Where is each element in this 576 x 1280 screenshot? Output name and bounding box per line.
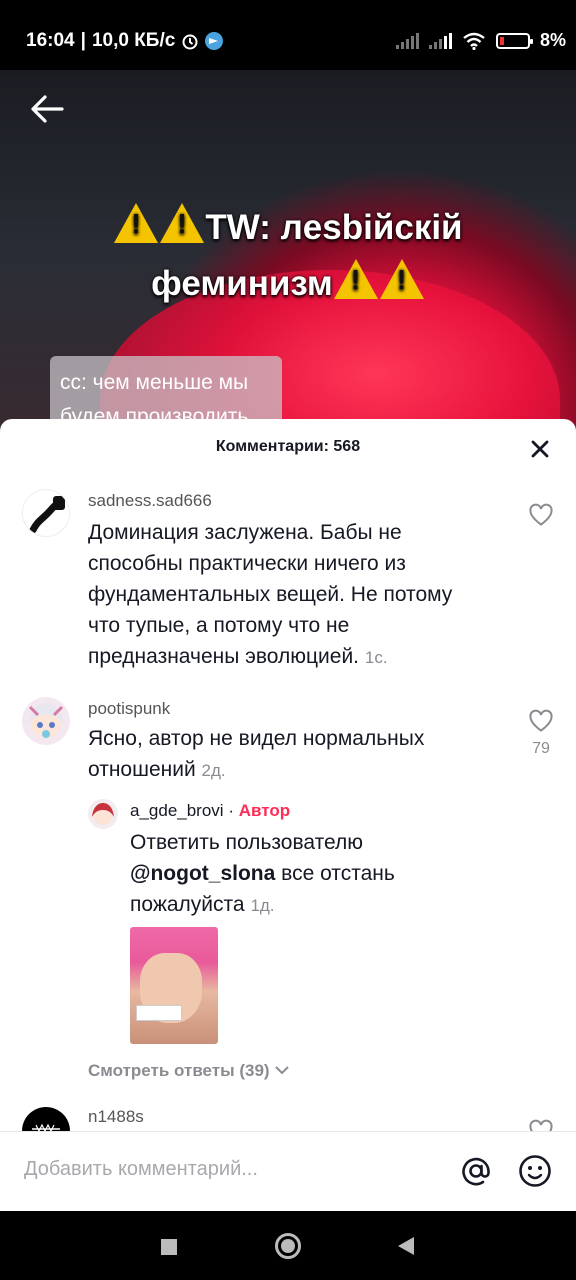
- battery-percent: 8%: [539, 30, 566, 50]
- reply-mention[interactable]: @nogot_slona: [130, 862, 275, 885]
- warning-icon: [160, 203, 205, 243]
- reply-item: a_gde_brovi · Автор Ответить пользовател…: [0, 797, 576, 1047]
- video-title-line1: TW: лesbiйскiй: [0, 200, 576, 256]
- reply-username[interactable]: a_gde_brovi: [130, 801, 224, 820]
- status-left: 16:04 | 10,0 КБ/с: [26, 30, 224, 52]
- status-right: 8%: [395, 30, 566, 51]
- avatar-image: [28, 703, 64, 738]
- reply-time: 1д.: [250, 896, 275, 915]
- status-divider: |: [80, 30, 86, 51]
- system-nav-bar: [0, 1211, 576, 1280]
- video-title-text-1: TW: лesbiйскiй: [205, 208, 463, 247]
- warning-icon: [114, 203, 159, 243]
- comment-username[interactable]: pootispunk: [88, 699, 170, 719]
- sheet-header: Комментарии: 568: [0, 419, 576, 475]
- reply-text: Ответить пользователю @nogot_slona все о…: [130, 827, 430, 921]
- recents-button[interactable]: [161, 1239, 177, 1255]
- thumbnail-caption: [136, 1005, 182, 1021]
- close-icon[interactable]: [528, 437, 552, 461]
- warning-icon: [379, 259, 424, 299]
- comment-item: pootispunk Ясно, автор не видел нормальн…: [0, 697, 576, 807]
- avatar[interactable]: [22, 697, 70, 745]
- comment-text: Ясно, автор не видел нормальных отношени…: [88, 723, 488, 786]
- like-button[interactable]: [528, 503, 554, 532]
- avatar[interactable]: [22, 489, 70, 537]
- avatar-image: [32, 1123, 60, 1131]
- video-title-line2: феминизм: [0, 256, 576, 312]
- status-bar: 16:04 | 10,0 КБ/с 8%: [0, 0, 576, 70]
- like-button[interactable]: 79: [526, 709, 556, 758]
- alarm-icon: [182, 34, 198, 50]
- chevron-down-icon: [275, 1066, 290, 1075]
- reply-header: a_gde_brovi · Автор: [130, 801, 290, 821]
- avatar-image: [29, 496, 65, 534]
- like-count: 79: [532, 740, 550, 757]
- comment-username[interactable]: n1488s: [88, 1107, 144, 1127]
- like-button[interactable]: [528, 1119, 554, 1131]
- telegram-icon: [205, 32, 224, 50]
- signal-icon: [395, 32, 419, 49]
- heart-icon: [529, 503, 553, 526]
- wifi-icon: [463, 32, 485, 50]
- comment-time: 1с.: [364, 648, 388, 667]
- video-title-text-2: феминизм: [151, 264, 333, 303]
- comments-list[interactable]: sadness.sad666 Доминация заслужена. Бабы…: [0, 475, 576, 1131]
- back-button[interactable]: [398, 1237, 414, 1255]
- mention-icon[interactable]: [459, 1154, 493, 1188]
- author-badge: Автор: [238, 801, 291, 820]
- home-button[interactable]: [275, 1233, 301, 1259]
- back-arrow-icon[interactable]: [30, 94, 64, 124]
- comment-username[interactable]: sadness.sad666: [88, 491, 212, 511]
- video-background[interactable]: TW: лesbiйскiй феминизм сс: чем меньше м…: [0, 70, 576, 450]
- reply-prefix: Ответить пользователю: [130, 831, 363, 854]
- signal-icon-2: [428, 32, 452, 49]
- comments-count-title: Комментарии: 568: [215, 438, 361, 455]
- battery-icon: [495, 32, 533, 49]
- comments-sheet: Комментарии: 568 sadness.sad666 Доминаци…: [0, 419, 576, 1211]
- comment-input-bar: Добавить комментарий...: [0, 1131, 576, 1211]
- comment-text: Доминация заслужена. Бабы не способны пр…: [88, 517, 488, 673]
- avatar[interactable]: [22, 1107, 70, 1131]
- network-speed: 10,0 КБ/с: [91, 30, 176, 51]
- emoji-icon[interactable]: [518, 1154, 552, 1188]
- comment-time: 2д.: [201, 761, 226, 780]
- heart-icon: [529, 1119, 553, 1131]
- heart-icon: [529, 709, 553, 732]
- comment-item: n1488s: [0, 1105, 576, 1131]
- warning-icon: [333, 259, 378, 299]
- reply-video-thumbnail[interactable]: [130, 927, 218, 1044]
- status-time: 16:04: [26, 30, 75, 51]
- comment-body: Доминация заслужена. Бабы не способны пр…: [88, 521, 453, 668]
- comment-body: Ясно, автор не видел нормальных отношени…: [88, 727, 425, 781]
- video-title: TW: лesbiйскiй феминизм: [0, 200, 576, 312]
- avatar[interactable]: [88, 799, 118, 829]
- view-replies-button[interactable]: Смотреть ответы (39): [88, 1061, 290, 1081]
- comment-input[interactable]: Добавить комментарий...: [24, 1158, 258, 1181]
- view-replies-label: Смотреть ответы (39): [88, 1061, 270, 1080]
- avatar-image: [92, 803, 114, 825]
- reply-separator: ·: [228, 801, 234, 820]
- comment-item: sadness.sad666 Доминация заслужена. Бабы…: [0, 475, 576, 675]
